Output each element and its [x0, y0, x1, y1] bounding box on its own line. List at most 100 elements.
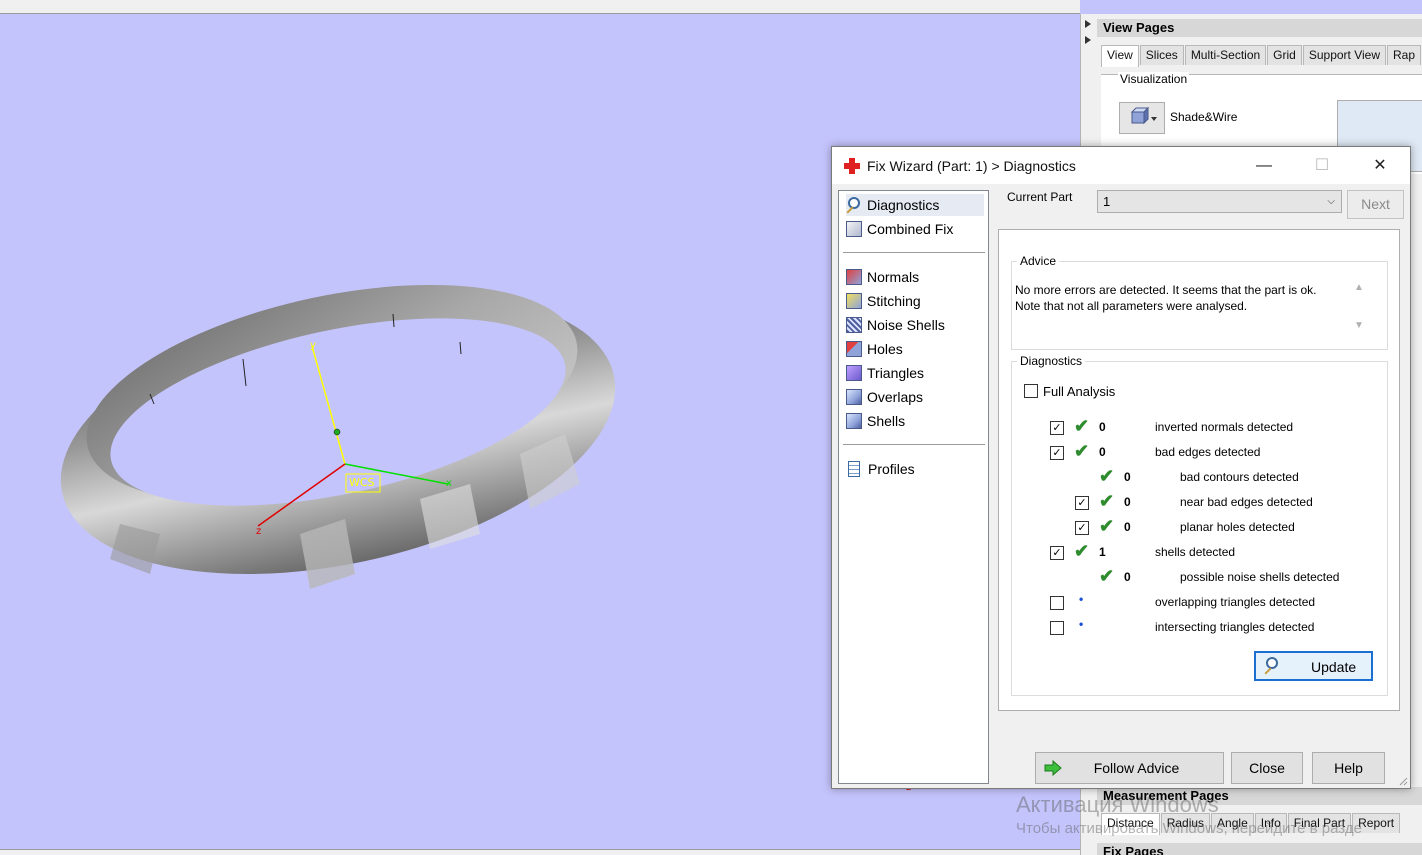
- intersecting-triangles-checkbox[interactable]: [1050, 621, 1064, 635]
- view-pages-tabs: View Slices Multi-Section Grid Support V…: [1101, 45, 1422, 67]
- shade-mode-label: Shade&Wire: [1170, 110, 1238, 124]
- resize-grip-icon[interactable]: [1398, 776, 1408, 786]
- panel-side-strip[interactable]: [1081, 14, 1095, 74]
- check-icon: ✔: [1074, 541, 1090, 561]
- check-icon: ✔: [1074, 441, 1090, 461]
- full-analysis-checkbox[interactable]: [1024, 384, 1038, 398]
- planar-holes-label: planar holes detected: [1180, 520, 1295, 534]
- full-analysis-label: Full Analysis: [1043, 384, 1116, 399]
- shells-count: 1: [1099, 545, 1106, 559]
- green-arrow-icon: [1044, 760, 1062, 776]
- maximize-button[interactable]: ☐: [1293, 147, 1351, 184]
- near-bad-edges-count: 0: [1124, 495, 1131, 509]
- nav-item-label: Overlaps: [867, 389, 924, 405]
- triangles-icon: [846, 365, 862, 381]
- bottom-ruler: [0, 849, 1080, 855]
- check-icon: ✔: [1099, 466, 1115, 486]
- axis-y-label: y: [310, 340, 316, 351]
- tab-slices[interactable]: Slices: [1139, 45, 1184, 65]
- bad-edges-checkbox[interactable]: ✓: [1050, 446, 1064, 460]
- follow-advice-button[interactable]: Follow Advice: [1035, 752, 1224, 784]
- overlapping-triangles-checkbox[interactable]: [1050, 596, 1064, 610]
- update-button[interactable]: Update: [1254, 651, 1373, 681]
- nav-item-label: Normals: [867, 269, 920, 285]
- windows-activation-watermark: Активация Windows Чтобы активировать Win…: [1016, 792, 1422, 837]
- advice-text: No more errors are detected. It seems th…: [1015, 283, 1317, 313]
- noise-shells-label: possible noise shells detected: [1180, 570, 1340, 584]
- nav-item-overlaps[interactable]: Overlaps: [846, 386, 984, 408]
- overlapping-triangles-label: overlapping triangles detected: [1155, 595, 1316, 609]
- shade-mode-button[interactable]: [1119, 102, 1165, 134]
- advice-legend: Advice: [1020, 254, 1057, 268]
- watermark-title: Активация Windows: [1016, 792, 1219, 817]
- tab-support-view[interactable]: Support View: [1302, 45, 1386, 65]
- top-toolbar-strip: [0, 0, 1080, 14]
- nav-item-stitching[interactable]: Stitching: [846, 290, 984, 312]
- nav-item-label: Stitching: [867, 293, 921, 309]
- close-button[interactable]: Close: [1231, 752, 1303, 784]
- nav-item-label: Holes: [867, 341, 903, 357]
- planar-holes-count: 0: [1124, 520, 1131, 534]
- noise-shells-count: 0: [1124, 570, 1131, 584]
- check-icon: ✔: [1074, 416, 1090, 436]
- nav-item-label: Profiles: [868, 461, 915, 477]
- nav-item-holes[interactable]: Holes: [846, 338, 984, 360]
- nav-item-profiles[interactable]: Profiles: [846, 458, 984, 480]
- bad-edges-label: bad edges detected: [1155, 445, 1261, 459]
- near-bad-edges-checkbox[interactable]: ✓: [1075, 496, 1089, 510]
- fix-wizard-dialog: Fix Wizard (Part: 1) > Diagnostics — ☐ ✕…: [831, 146, 1411, 789]
- watermark-subtitle: Чтобы активировать Windows, перейдите в …: [1016, 820, 1362, 837]
- check-icon: ✔: [1099, 491, 1115, 511]
- nav-item-combined-fix[interactable]: Combined Fix: [846, 218, 984, 240]
- scroll-down-icon[interactable]: ▼: [1354, 320, 1364, 331]
- dialog-title: Fix Wizard (Part: 1) > Diagnostics: [867, 158, 1076, 174]
- visualization-label: Visualization: [1118, 72, 1190, 86]
- planar-holes-checkbox[interactable]: ✓: [1075, 521, 1089, 535]
- nav-item-noise-shells[interactable]: Noise Shells: [846, 314, 984, 336]
- diagnostics-panel: Advice No more errors are detected. It s…: [998, 229, 1400, 711]
- stitching-icon: [846, 293, 862, 309]
- red-cross-icon: [844, 158, 860, 174]
- tab-multi-section[interactable]: Multi-Section: [1184, 45, 1267, 65]
- nav-item-shells[interactable]: Shells: [846, 410, 984, 432]
- close-window-button[interactable]: ✕: [1351, 147, 1409, 184]
- nav-item-normals[interactable]: Normals: [846, 266, 984, 288]
- unknown-dot-icon: •: [1079, 617, 1084, 631]
- bad-contours-count: 0: [1124, 470, 1131, 484]
- overlaps-icon: [846, 389, 862, 405]
- combined-fix-icon: [846, 221, 862, 237]
- tab-view[interactable]: View: [1101, 45, 1139, 67]
- axis-x-label: x: [446, 478, 452, 489]
- next-button[interactable]: Next: [1347, 190, 1404, 219]
- tab-rap[interactable]: Rap: [1387, 45, 1422, 65]
- wcs-label: WCS: [349, 476, 375, 489]
- near-bad-edges-label: near bad edges detected: [1180, 495, 1313, 509]
- view-pages-header: View Pages: [1097, 19, 1422, 37]
- nav-item-label: Shells: [867, 413, 906, 429]
- document-icon: [848, 461, 860, 477]
- shells-checkbox[interactable]: ✓: [1050, 546, 1064, 560]
- current-part-select[interactable]: 1 ⌵: [1097, 190, 1342, 213]
- follow-advice-label: Follow Advice: [1093, 760, 1180, 776]
- nav-item-label: Combined Fix: [867, 221, 954, 237]
- nav-item-diagnostics[interactable]: Diagnostics: [846, 194, 984, 216]
- nav-item-triangles[interactable]: Triangles: [846, 362, 984, 384]
- diagnostics-legend: Diagnostics: [1020, 354, 1083, 368]
- dialog-titlebar[interactable]: Fix Wizard (Part: 1) > Diagnostics — ☐ ✕: [832, 147, 1410, 184]
- scroll-up-icon[interactable]: ▲: [1354, 282, 1364, 293]
- nav-item-label: Triangles: [867, 365, 925, 381]
- tab-grid[interactable]: Grid: [1267, 45, 1302, 65]
- inverted-normals-label: inverted normals detected: [1155, 420, 1294, 434]
- cube-icon: [1130, 106, 1157, 125]
- nav-separator: [843, 252, 985, 253]
- shells-label: shells detected: [1155, 545, 1236, 559]
- fix-pages-header: Fix Pages: [1097, 843, 1422, 855]
- inverted-normals-checkbox[interactable]: ✓: [1050, 421, 1064, 435]
- help-button[interactable]: Help: [1312, 752, 1385, 784]
- check-icon: ✔: [1099, 516, 1115, 536]
- wizard-nav-list: Diagnostics Combined Fix Normals Stitchi…: [838, 190, 989, 784]
- nav-item-label: Noise Shells: [867, 317, 945, 333]
- magnifier-icon: [846, 197, 862, 214]
- minimize-button[interactable]: —: [1235, 147, 1293, 184]
- noise-shells-icon: [846, 317, 862, 333]
